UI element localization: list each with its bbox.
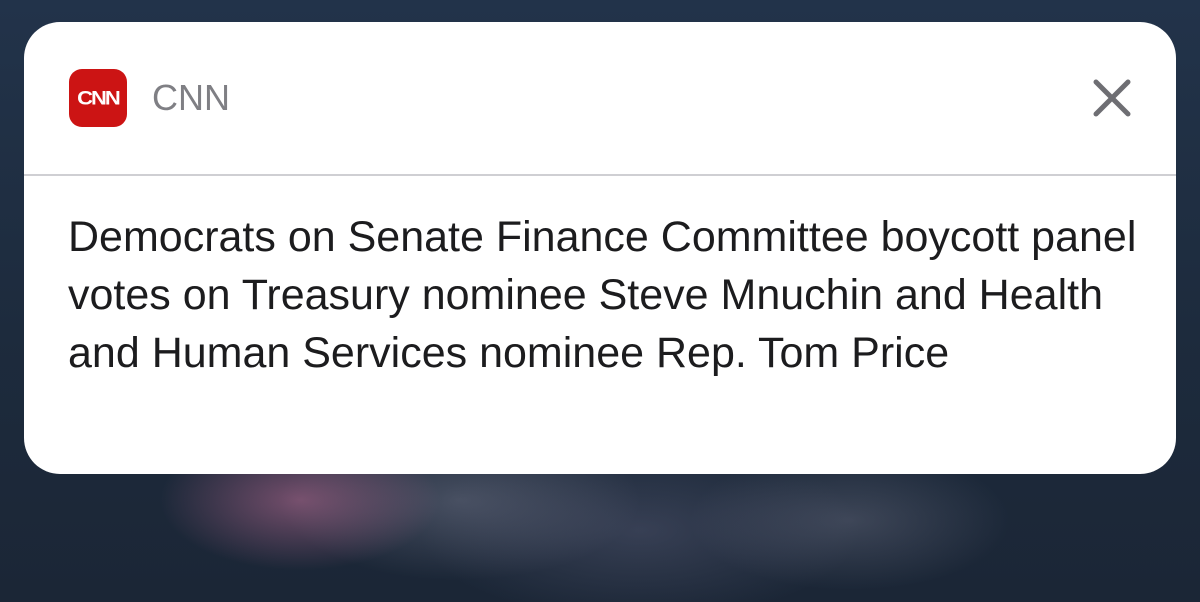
header-divider	[24, 174, 1176, 176]
close-icon	[1093, 79, 1131, 117]
cnn-logo-icon: CNN	[69, 69, 127, 127]
notification-header: CNN CNN	[24, 22, 1176, 174]
notification-message: Democrats on Senate Finance Committee bo…	[68, 213, 1137, 377]
close-button[interactable]	[1090, 76, 1134, 120]
push-notification[interactable]: CNN CNN Democrats on Senate Finance Comm…	[24, 22, 1176, 474]
app-name: CNN	[152, 77, 230, 118]
app-icon-logo-text: CNN	[77, 86, 121, 109]
